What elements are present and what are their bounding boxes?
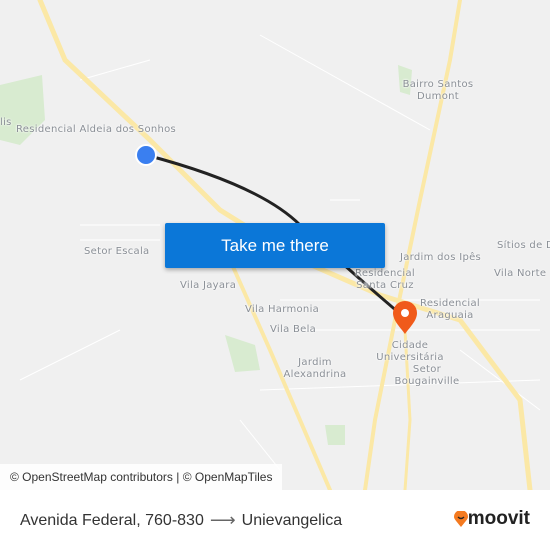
map-label: Vila Bela: [270, 324, 317, 335]
moovit-pin-icon: [453, 511, 468, 527]
park-area: [225, 335, 260, 372]
map-label: lis: [0, 117, 12, 128]
origin-marker: [135, 144, 157, 166]
moovit-logo[interactable]: moovit: [453, 508, 530, 530]
take-me-there-button[interactable]: Take me there: [165, 223, 385, 268]
origin-name: Avenida Federal, 760-830: [20, 511, 204, 529]
map-label: Cidade Universitária: [376, 340, 444, 363]
route-summary: Avenida Federal, 760-830 ⟶ Unievangelica: [20, 510, 342, 531]
map-label: Residencial Santa Cruz: [355, 268, 415, 291]
arrow-right-icon: ⟶: [209, 510, 236, 530]
map-label: Jardim Alexandrina: [283, 357, 347, 380]
map-attribution[interactable]: © OpenStreetMap contributors | © OpenMap…: [0, 464, 283, 490]
map-label: Residencial Araguaia: [420, 298, 480, 321]
map-label: Vila Harmonia: [245, 304, 320, 315]
map-label: Sítios de Deni: [497, 240, 550, 251]
destination-name: Unievangelica: [241, 511, 343, 529]
map[interactable]: Residencial Aldeia dos Sonhos Bairro San…: [0, 0, 550, 490]
map-label: Residencial Aldeia dos Sonhos: [16, 124, 177, 135]
footer: Avenida Federal, 760-830 ⟶ Unievangelica…: [0, 490, 550, 550]
map-label: Jardim dos Ipês: [400, 252, 482, 263]
map-label: Bairro Santos Dumont: [402, 79, 474, 102]
map-label: Setor Escala: [84, 246, 150, 257]
map-label: Setor Bougainville: [394, 364, 460, 387]
map-label: Vila Jayara: [180, 280, 237, 291]
park-area: [325, 425, 345, 445]
map-label: Vila Norte: [494, 268, 547, 279]
moovit-wordmark: moovit: [467, 508, 530, 529]
destination-pin-icon: [393, 301, 417, 334]
